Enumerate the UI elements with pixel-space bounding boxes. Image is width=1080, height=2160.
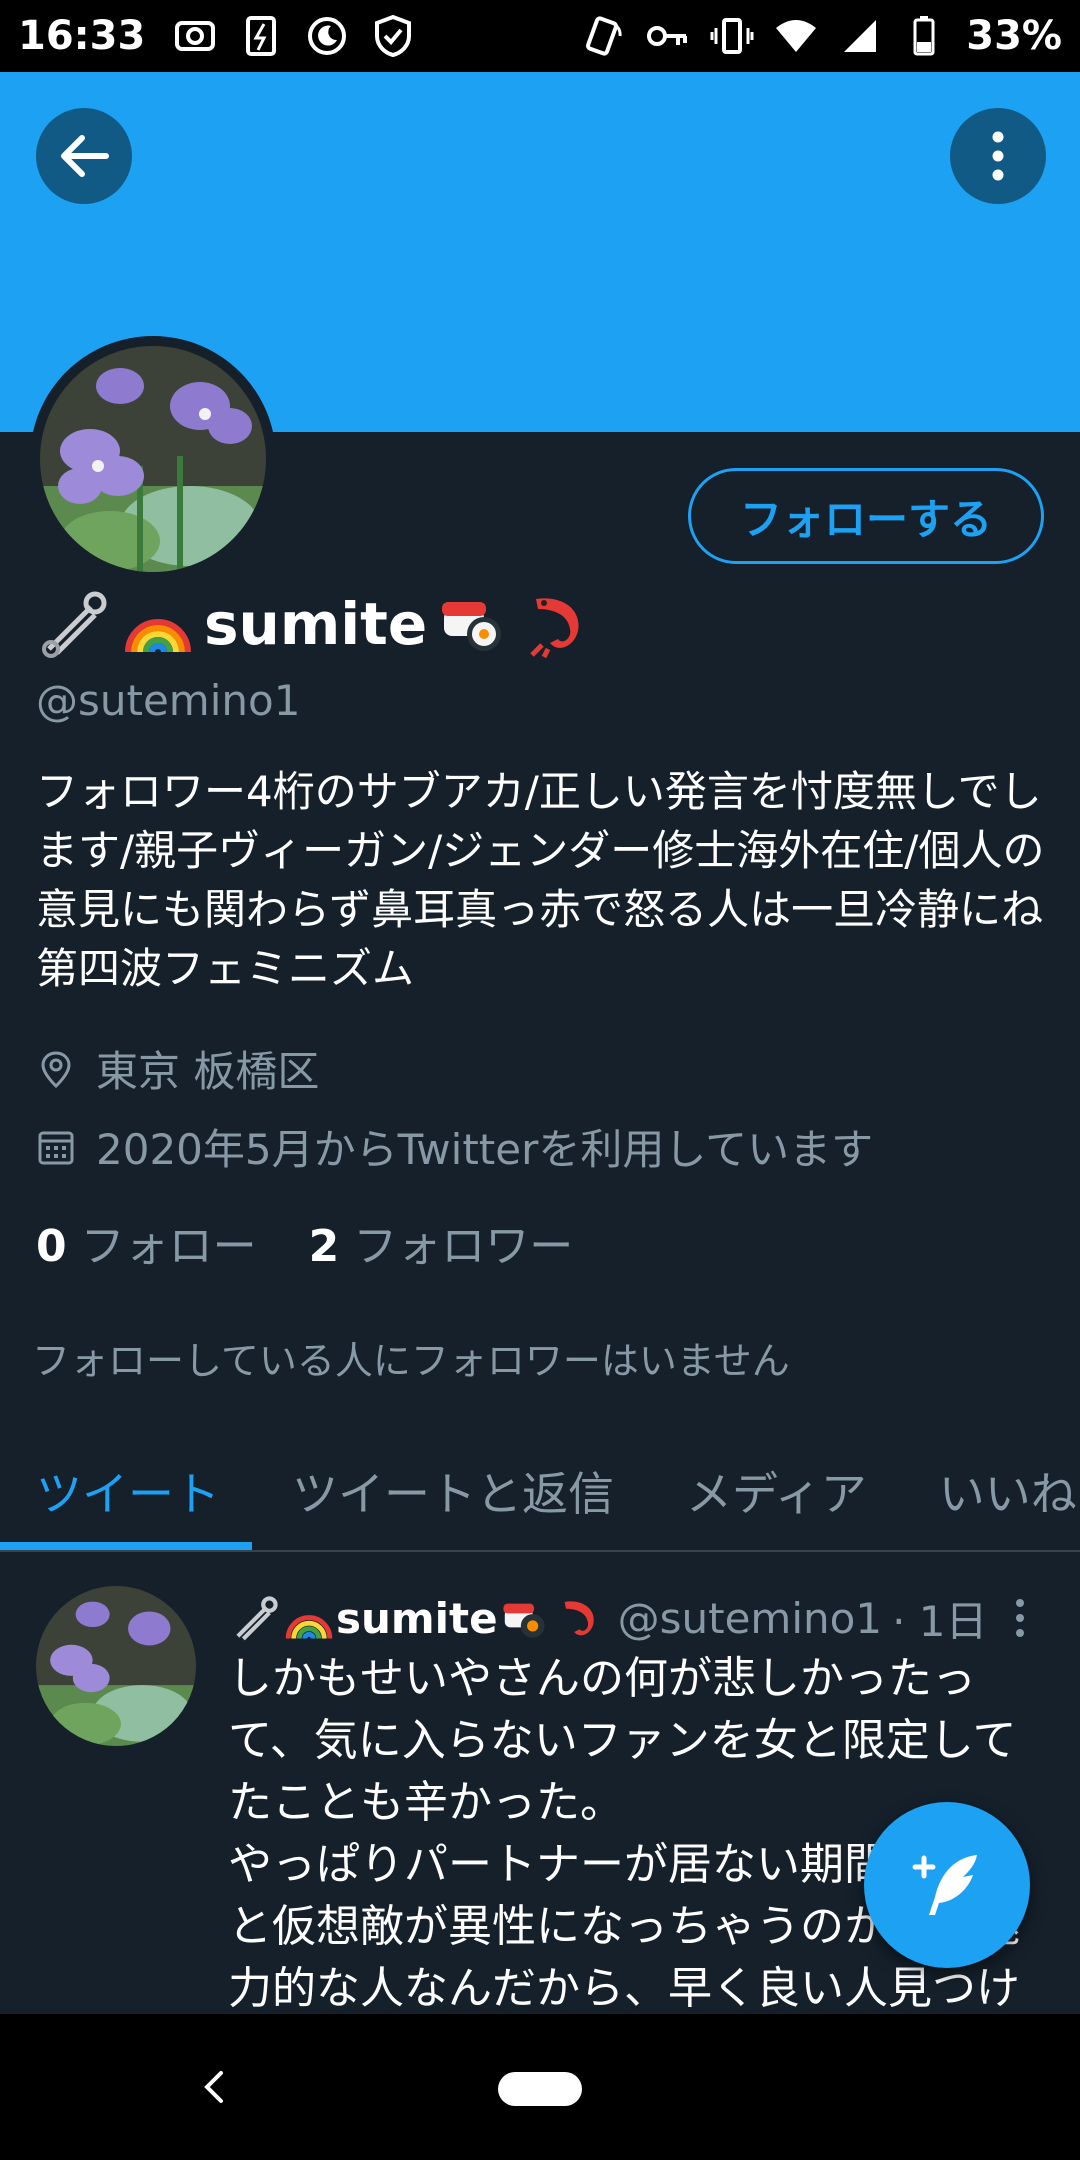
followers-count: 2 (308, 1221, 340, 1272)
rainbow-icon (282, 1592, 336, 1646)
back-button[interactable] (36, 108, 132, 204)
tweet-author-name: sumite (336, 1594, 498, 1643)
follow-button[interactable]: フォローする (688, 468, 1044, 564)
data-saver-icon (239, 14, 283, 58)
tweet-header: sumite @sutemino1 · 1日 (228, 1588, 988, 1649)
tweet-author-handle: @sutemino1 (617, 1594, 883, 1643)
tweet-avatar[interactable] (36, 1586, 196, 1746)
safety-pin-icon (228, 1592, 282, 1646)
shrimp-icon (519, 586, 595, 662)
nav-home-pill[interactable] (498, 2072, 582, 2106)
do-not-disturb-icon (305, 14, 349, 58)
tab-media[interactable]: メディア (686, 1430, 867, 1550)
more-vertical-icon (992, 131, 1004, 181)
tab-likes[interactable]: いいね (939, 1430, 1077, 1550)
known-followers-text: フォローしている人にフォロワーはいません (32, 1339, 790, 1383)
tab-tweets[interactable]: ツイート (36, 1430, 220, 1550)
active-tab-indicator (0, 1542, 252, 1550)
more-options-button[interactable] (950, 108, 1046, 204)
profile-location: 東京 板橋区 (36, 1038, 319, 1099)
screenshot-icon (173, 14, 217, 58)
chevron-left-icon (204, 2071, 223, 2103)
location-pin-icon (36, 1049, 76, 1089)
avatar (40, 346, 266, 572)
more-vertical-icon (1016, 1599, 1024, 1637)
battery-icon (902, 14, 946, 58)
followers-label: フォロワー (353, 1221, 574, 1272)
vpn-key-icon (646, 14, 690, 58)
nfc-icon (582, 14, 626, 58)
followers-link[interactable]: 2 フォロワー (309, 1210, 574, 1274)
shrimp-icon (552, 1592, 606, 1646)
tweet-more-button[interactable] (1000, 1588, 1040, 1648)
display-name: sumite (36, 586, 595, 662)
nav-back-button[interactable] (188, 2062, 238, 2112)
status-bar: 16:33 33% (0, 0, 1080, 72)
sushi-icon (435, 586, 511, 662)
location-text: 東京 板橋区 (96, 1047, 320, 1096)
battery-percent: 33% (966, 13, 1062, 59)
vibrate-icon (710, 14, 754, 58)
status-time: 16:33 (18, 13, 146, 59)
profile-avatar[interactable] (30, 336, 276, 582)
follow-counts: 0 フォロー 2 フォロワー (36, 1210, 573, 1274)
display-name-text: sumite (204, 590, 428, 658)
sushi-icon (498, 1592, 552, 1646)
tab-tweets-and-replies[interactable]: ツイートと返信 (292, 1430, 614, 1550)
cell-signal-icon (838, 14, 882, 58)
shield-icon (371, 14, 415, 58)
rainbow-icon (120, 586, 196, 662)
profile-bio: フォロワー4桁のサブアカ/正しい発言を忖度無しでします/親子ヴィーガン/ジェンダ… (36, 767, 1045, 993)
calendar-icon (36, 1127, 76, 1167)
profile-join-date: 2020年5月からTwitterを利用しています (36, 1116, 873, 1177)
profile-handle: @sutemino1 (36, 676, 301, 725)
safety-pin-icon (36, 586, 112, 662)
following-label: フォロー (80, 1221, 257, 1272)
tweet-time: · 1日 (892, 1597, 988, 1646)
join-date-text: 2020年5月からTwitterを利用しています (96, 1125, 874, 1174)
following-link[interactable]: 0 フォロー (36, 1210, 257, 1274)
following-count: 0 (36, 1221, 67, 1272)
compose-feather-icon (912, 1855, 977, 1915)
compose-tweet-button[interactable] (864, 1802, 1030, 1968)
arrow-left-icon (61, 135, 109, 177)
wifi-icon (774, 14, 818, 58)
profile-tabs: ツイート ツイートと返信 メディア いいね (0, 1430, 1080, 1552)
